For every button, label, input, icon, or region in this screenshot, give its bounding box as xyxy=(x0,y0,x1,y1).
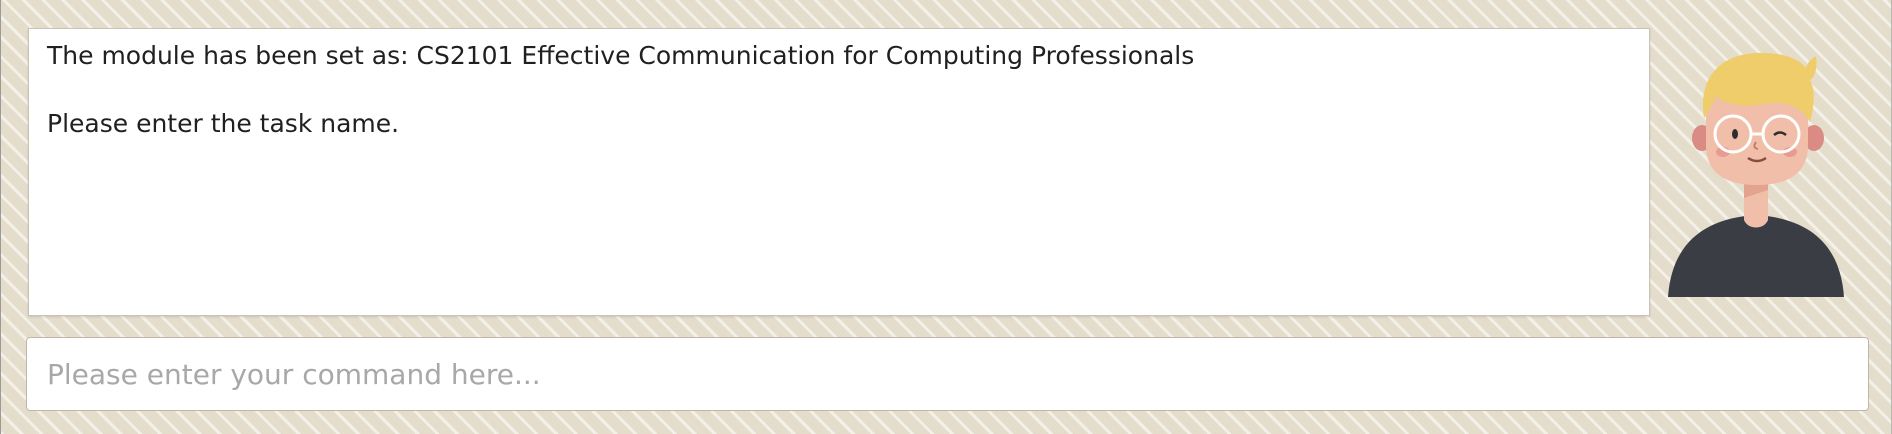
user-avatar-icon xyxy=(1668,50,1846,300)
dialog-message: The module has been set as: CS2101 Effec… xyxy=(47,41,1195,138)
command-box xyxy=(26,337,1869,411)
dialog-box: The module has been set as: CS2101 Effec… xyxy=(28,28,1650,316)
command-input[interactable] xyxy=(27,338,1868,410)
